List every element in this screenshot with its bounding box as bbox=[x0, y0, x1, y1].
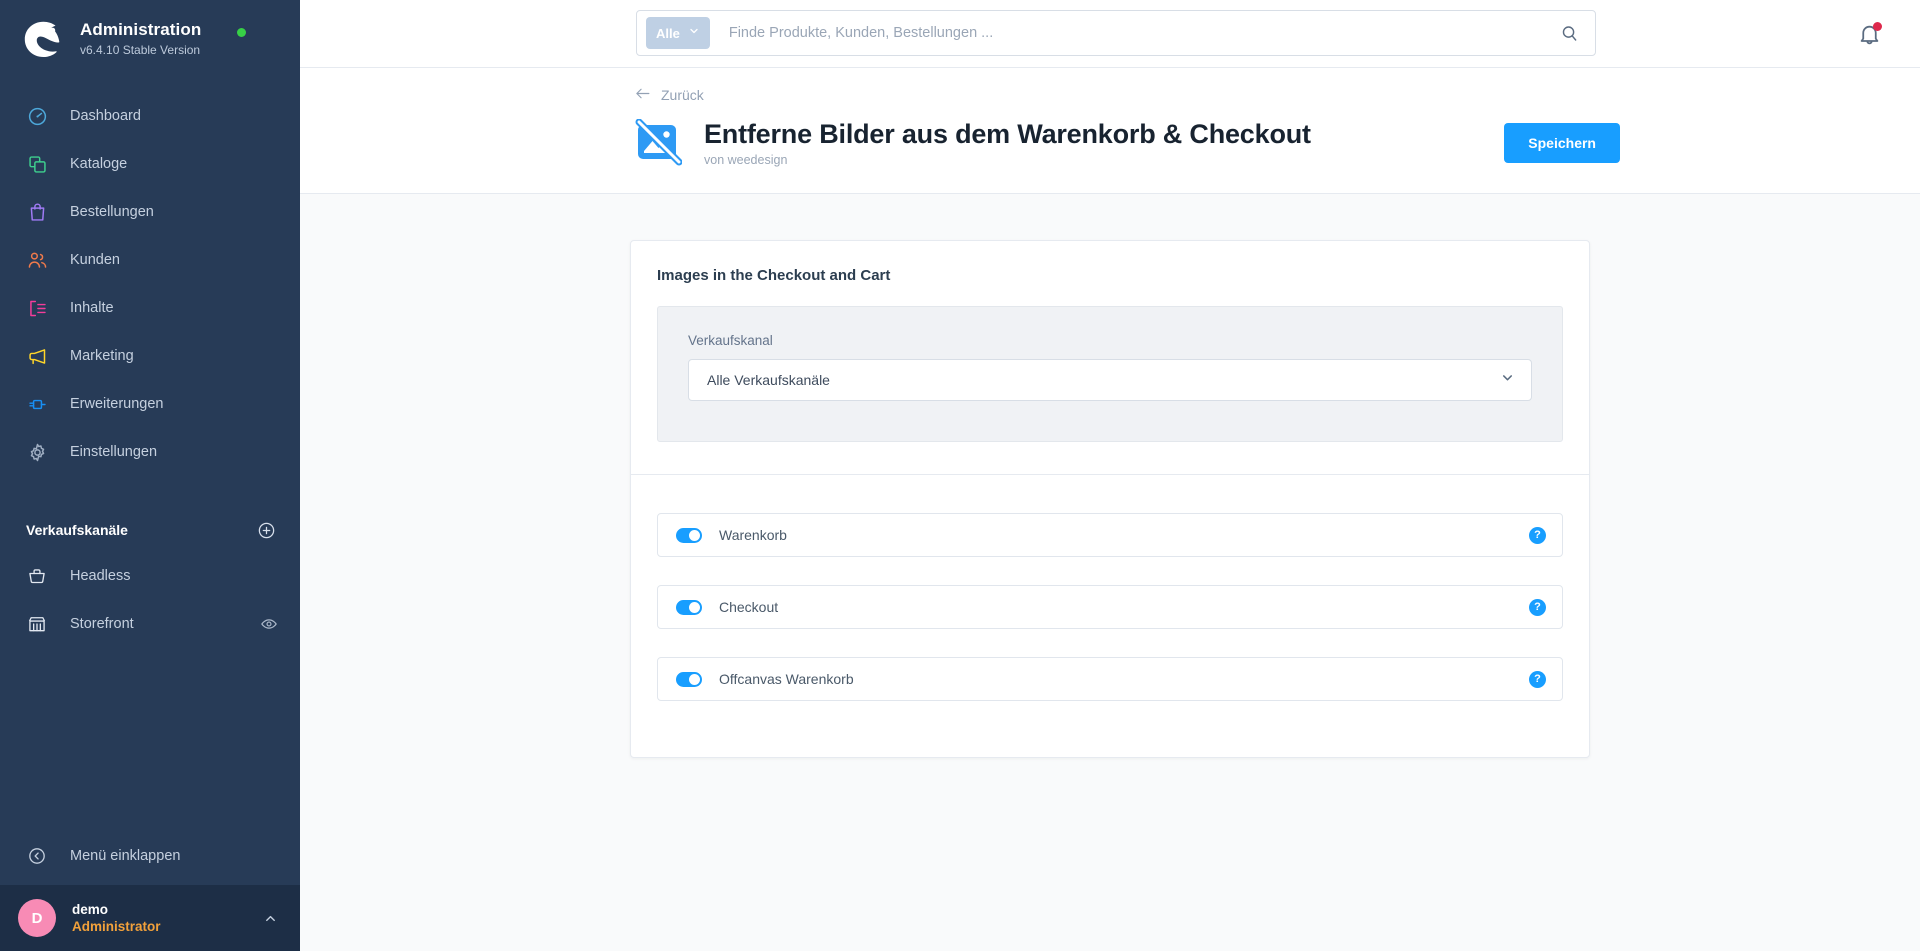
page-subtitle: von weedesign bbox=[704, 153, 788, 167]
sidebar: Administration v6.4.10 Stable Version Da… bbox=[0, 0, 300, 951]
basket-icon bbox=[26, 565, 48, 587]
settings-gear-icon bbox=[26, 441, 48, 463]
sidebar-item-label: Einstellungen bbox=[70, 444, 158, 460]
dashboard-gauge-icon bbox=[26, 105, 48, 127]
search-scope-label: Alle bbox=[656, 25, 680, 41]
sidebar-item-label: Erweiterungen bbox=[70, 396, 164, 412]
page-header-inner: Zurück Entferne Bilder aus dem Warenkorb… bbox=[300, 86, 1920, 167]
brand-version: v6.4.10 Stable Version bbox=[80, 43, 201, 57]
toggle-offcanvas-warenkorb[interactable] bbox=[676, 671, 702, 687]
toggle-label: Checkout bbox=[719, 599, 779, 615]
sales-channels-title: Verkaufskanäle bbox=[26, 522, 128, 538]
sales-channel-value: Alle Verkaufskanäle bbox=[707, 372, 830, 388]
sales-channel-panel: Verkaufskanal Alle Verkaufskanäle bbox=[657, 306, 1563, 442]
notifications-button[interactable] bbox=[1857, 22, 1882, 47]
sidebar-item-kunden[interactable]: Kunden bbox=[0, 236, 300, 284]
sidebar-item-label: Headless bbox=[70, 568, 131, 584]
toggle-checkout[interactable] bbox=[676, 599, 702, 615]
marketing-megaphone-icon bbox=[26, 345, 48, 367]
toggle-row: Checkout ? bbox=[657, 585, 1563, 629]
brand-text: Administration v6.4.10 Stable Version bbox=[80, 20, 201, 58]
settings-card: Images in the Checkout and Cart Verkaufs… bbox=[630, 240, 1590, 758]
card-section-config: Images in the Checkout and Cart Verkaufs… bbox=[631, 241, 1589, 474]
search-icon[interactable] bbox=[1560, 24, 1587, 43]
main-navigation: Dashboard Kataloge Bestellungen Kunden I… bbox=[0, 92, 300, 476]
question-mark-icon[interactable]: ? bbox=[1529, 598, 1546, 616]
toggle-label: Offcanvas Warenkorb bbox=[719, 671, 854, 687]
orders-bag-icon bbox=[26, 201, 48, 223]
avatar: D bbox=[18, 899, 56, 937]
collapse-left-icon bbox=[26, 845, 48, 867]
sidebar-item-label: Bestellungen bbox=[70, 204, 154, 220]
brand-header[interactable]: Administration v6.4.10 Stable Version bbox=[0, 0, 300, 78]
arrow-left-icon bbox=[634, 86, 651, 104]
chevron-up-icon[interactable] bbox=[263, 911, 278, 926]
toggle-knob bbox=[689, 529, 700, 541]
card-section-toggles: Warenkorb ? Checkout ? Offcanvas Warenko… bbox=[631, 475, 1589, 757]
global-search: Alle bbox=[636, 10, 1596, 56]
user-role: Administrator bbox=[72, 919, 161, 934]
page-header-text: Entferne Bilder aus dem Warenkorb & Chec… bbox=[704, 118, 1480, 167]
toggle-label: Warenkorb bbox=[719, 527, 787, 543]
sidebar-item-headless[interactable]: Headless bbox=[0, 552, 300, 600]
save-button[interactable]: Speichern bbox=[1504, 122, 1620, 163]
question-mark-icon[interactable]: ? bbox=[1529, 526, 1546, 544]
page-header: Zurück Entferne Bilder aus dem Warenkorb… bbox=[300, 68, 1920, 194]
user-menu[interactable]: D demo Administrator bbox=[0, 885, 300, 951]
sidebar-item-dashboard[interactable]: Dashboard bbox=[0, 92, 300, 140]
sidebar-item-einstellungen[interactable]: Einstellungen bbox=[0, 428, 300, 476]
sidebar-item-label: Kataloge bbox=[70, 156, 128, 172]
toggle-warenkorb[interactable] bbox=[676, 527, 702, 543]
question-mark-icon[interactable]: ? bbox=[1529, 670, 1546, 688]
sidebar-item-label: Dashboard bbox=[70, 108, 141, 124]
image-off-icon bbox=[634, 118, 683, 167]
sidebar-item-label: Kunden bbox=[70, 252, 120, 268]
sidebar-item-label: Inhalte bbox=[70, 300, 114, 316]
sidebar-item-inhalte[interactable]: Inhalte bbox=[0, 284, 300, 332]
sidebar-item-kataloge[interactable]: Kataloge bbox=[0, 140, 300, 188]
back-button[interactable]: Zurück bbox=[634, 86, 704, 104]
user-name: demo bbox=[72, 902, 109, 917]
customers-people-icon bbox=[26, 249, 48, 271]
sidebar-item-marketing[interactable]: Marketing bbox=[0, 332, 300, 380]
brand-title: Administration bbox=[80, 20, 202, 39]
page-title: Entferne Bilder aus dem Warenkorb & Chec… bbox=[704, 119, 1311, 149]
chevron-down-icon bbox=[688, 24, 700, 42]
sales-channel-label: Verkaufskanal bbox=[688, 333, 773, 348]
sidebar-item-erweiterungen[interactable]: Erweiterungen bbox=[0, 380, 300, 428]
shopware-logo-icon bbox=[22, 18, 64, 60]
sidebar-item-label: Storefront bbox=[70, 616, 134, 632]
sales-channel-select[interactable]: Alle Verkaufskanäle bbox=[688, 359, 1532, 401]
search-input[interactable] bbox=[709, 13, 1560, 53]
storefront-icon bbox=[26, 613, 48, 635]
topbar: Alle bbox=[300, 0, 1920, 68]
back-label: Zurück bbox=[661, 87, 704, 103]
collapse-menu-button[interactable]: Menü einklappen bbox=[0, 827, 300, 885]
page-header-row: Entferne Bilder aus dem Warenkorb & Chec… bbox=[634, 118, 1620, 167]
plus-circle-icon[interactable] bbox=[257, 521, 276, 540]
content-area: Images in the Checkout and Cart Verkaufs… bbox=[300, 194, 1920, 951]
sidebar-item-bestellungen[interactable]: Bestellungen bbox=[0, 188, 300, 236]
sidebar-item-label: Marketing bbox=[70, 348, 134, 364]
toggle-row: Offcanvas Warenkorb ? bbox=[657, 657, 1563, 701]
sales-channels-section-header: Verkaufskanäle bbox=[0, 508, 300, 552]
toggle-knob bbox=[689, 601, 700, 613]
toggle-row: Warenkorb ? bbox=[657, 513, 1563, 557]
user-meta: demo Administrator bbox=[72, 901, 263, 935]
collapse-menu-label: Menü einklappen bbox=[70, 848, 181, 864]
card-title: Images in the Checkout and Cart bbox=[657, 267, 891, 284]
status-dot bbox=[237, 27, 247, 37]
app-root: Administration v6.4.10 Stable Version Da… bbox=[0, 0, 1920, 951]
chevron-down-icon bbox=[1500, 370, 1515, 390]
extensions-plug-icon bbox=[26, 393, 48, 415]
catalog-copy-icon bbox=[26, 153, 48, 175]
toggle-knob bbox=[689, 673, 700, 685]
content-layout-icon bbox=[26, 297, 48, 319]
sidebar-item-storefront[interactable]: Storefront bbox=[0, 600, 300, 648]
eye-icon[interactable] bbox=[260, 615, 278, 633]
main-area: Alle Finde Produkte, Kunden, Bestellunge… bbox=[300, 0, 1920, 951]
notification-badge bbox=[1873, 22, 1882, 31]
search-scope-selector[interactable]: Alle bbox=[646, 17, 710, 49]
